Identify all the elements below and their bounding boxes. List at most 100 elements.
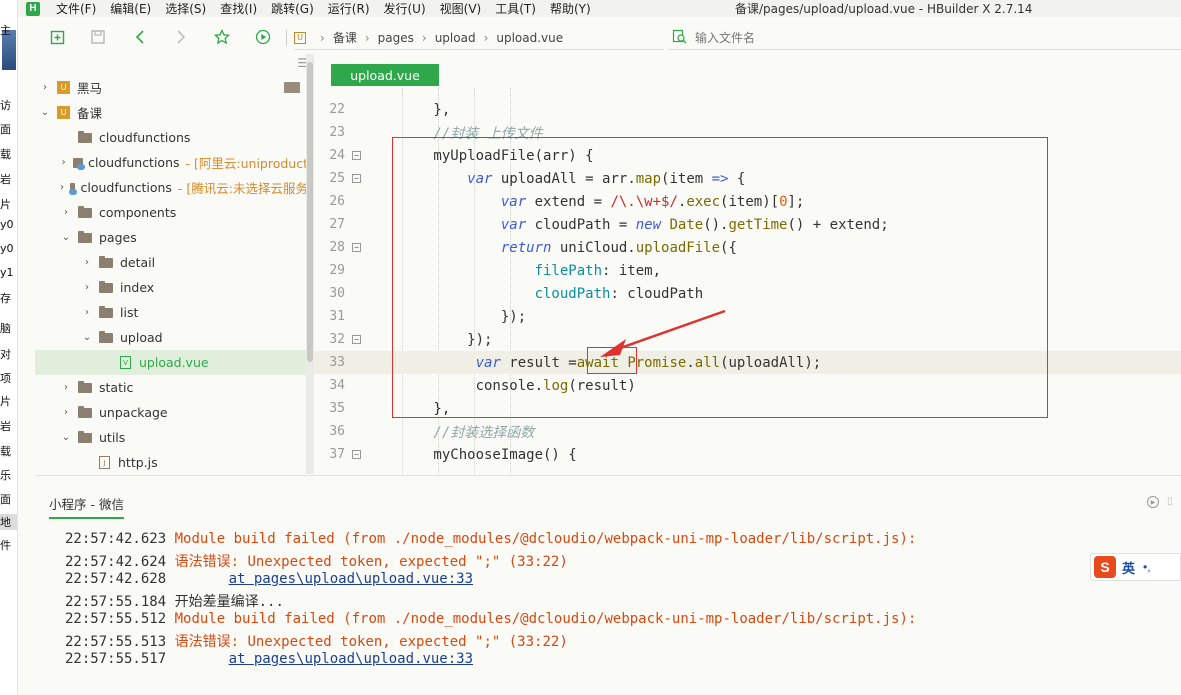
tree-item-cloudfunctions[interactable]: › cloudfunctions - [腾讯云:未选择云服务 bbox=[35, 175, 308, 200]
code-line[interactable]: 37− myChooseImage() { bbox=[314, 443, 1181, 466]
code-line[interactable]: 22 }, bbox=[314, 98, 1181, 121]
chevron-right-icon[interactable]: › bbox=[60, 382, 72, 393]
folder-icon bbox=[78, 405, 92, 418]
chevron-right-icon[interactable]: › bbox=[81, 307, 93, 318]
minimize-icon[interactable]: ▯ bbox=[1167, 496, 1177, 508]
menu-publish[interactable]: 发行(U) bbox=[384, 0, 426, 17]
menu-view[interactable]: 视图(V) bbox=[440, 0, 482, 17]
tree-item-备课[interactable]: ⌄ U 备课 bbox=[35, 100, 308, 125]
breadcrumb-file[interactable]: upload.vue bbox=[496, 31, 563, 45]
menu-file[interactable]: 文件(F) bbox=[56, 0, 96, 17]
tree-item-list[interactable]: › list bbox=[35, 300, 308, 325]
fold-toggle-icon[interactable]: − bbox=[352, 243, 361, 252]
save-icon[interactable] bbox=[89, 28, 107, 46]
chevron-right-icon[interactable]: › bbox=[60, 207, 72, 218]
code-line[interactable]: 23 //封装 上传文件 bbox=[314, 121, 1181, 144]
menu-run[interactable]: 运行(R) bbox=[328, 0, 370, 17]
open-folder-icon[interactable] bbox=[284, 82, 300, 93]
fold-toggle-icon[interactable]: − bbox=[352, 450, 361, 459]
menu-edit[interactable]: 编辑(E) bbox=[110, 0, 151, 17]
chevron-right-icon[interactable]: › bbox=[60, 157, 67, 168]
chevron-down-icon[interactable]: ⌄ bbox=[39, 107, 51, 118]
chevron-right-icon[interactable]: › bbox=[81, 257, 93, 268]
code-line[interactable]: 29 filePath: item, bbox=[314, 259, 1181, 282]
menu-help[interactable]: 帮助(Y) bbox=[550, 0, 591, 17]
menu-tools[interactable]: 工具(T) bbox=[495, 0, 536, 17]
console-log-line: 22:57:55.512 Module build failed (from .… bbox=[65, 611, 916, 631]
log-source-link[interactable]: at pages\upload\upload.vue:33 bbox=[229, 571, 473, 587]
chevron-right-icon[interactable]: › bbox=[60, 182, 64, 193]
tree-item-pages[interactable]: ⌄ pages bbox=[35, 225, 308, 250]
code-text: //封装 上传文件 bbox=[366, 125, 543, 142]
fold-toggle-icon[interactable]: − bbox=[352, 151, 361, 160]
fold-toggle-icon[interactable]: − bbox=[352, 335, 361, 344]
tree-item-unpackage[interactable]: › unpackage bbox=[35, 400, 308, 425]
code-line[interactable]: 33 var result =await Promise.all(uploadA… bbox=[314, 351, 1181, 374]
tree-item-label: index bbox=[120, 280, 155, 295]
new-file-icon[interactable] bbox=[48, 28, 66, 46]
code-line[interactable]: 36 //封装选择函数 bbox=[314, 420, 1181, 443]
line-number: 32 bbox=[329, 332, 345, 347]
forward-icon[interactable] bbox=[172, 28, 190, 46]
breadcrumb-upload[interactable]: upload bbox=[435, 31, 476, 45]
rerun-icon[interactable]: ▶ bbox=[1147, 496, 1159, 508]
tree-item-upload-vue[interactable]: Vupload.vue bbox=[35, 350, 308, 375]
tree-item-label: cloudfunctions bbox=[80, 180, 172, 195]
tree-item-detail[interactable]: › detail bbox=[35, 250, 308, 275]
fold-toggle-icon[interactable]: − bbox=[352, 174, 361, 183]
code-line[interactable]: 32− }); bbox=[314, 328, 1181, 351]
breadcrumb-pages[interactable]: pages bbox=[378, 31, 414, 45]
log-source-link[interactable]: at pages\upload\upload.vue:33 bbox=[229, 651, 473, 667]
code-editor[interactable]: upload.vue 22 }, 23 //封装 上传文件 24− myUpload… bbox=[314, 54, 1181, 475]
file-search-input[interactable] bbox=[695, 30, 995, 45]
chevron-right-icon[interactable]: › bbox=[39, 82, 51, 93]
tree-item-static[interactable]: › static bbox=[35, 375, 308, 400]
menu-goto[interactable]: 跳转(G) bbox=[271, 0, 314, 17]
code-line[interactable]: 26 var extend = /\.\w+$/.exec(item)[0]; bbox=[314, 190, 1181, 213]
tab-upload-vue[interactable]: upload.vue bbox=[331, 64, 439, 86]
menu-find[interactable]: 查找(I) bbox=[220, 0, 257, 17]
console-tab-wechat-miniprogram[interactable]: 小程序 - 微信 bbox=[49, 494, 124, 519]
run-icon[interactable] bbox=[254, 28, 272, 46]
tree-item-upload[interactable]: ⌄ upload bbox=[35, 325, 308, 350]
code-line[interactable]: 30 cloudPath: cloudPath bbox=[314, 282, 1181, 305]
background-window-item: y0 bbox=[0, 218, 14, 231]
console-log-line: 22:57:42.623 Module build failed (from .… bbox=[65, 531, 916, 551]
chevron-down-icon[interactable]: ⌄ bbox=[81, 332, 93, 343]
chevron-right-icon[interactable]: › bbox=[81, 282, 93, 293]
tree-item-utils[interactable]: ⌄ utils bbox=[35, 425, 308, 450]
app-root: 主访面载岩片 y0 y0 y1 存脑对项片岩载乐面地件 H 文件(F) 编辑(E) 选择… bbox=[0, 0, 1181, 695]
tree-item-label: detail bbox=[120, 255, 156, 270]
code-line[interactable]: 27 var cloudPath = new Date().getTime() … bbox=[314, 213, 1181, 236]
tree-item-http-js[interactable]: Jhttp.js bbox=[35, 450, 308, 475]
sidebar-scrollbar[interactable] bbox=[306, 54, 314, 474]
tree-item-cloudfunctions[interactable]: › cloudfunctions - [阿里云:uniproduct bbox=[35, 150, 308, 175]
input-method-widget[interactable]: S 英 •, bbox=[1090, 553, 1181, 581]
hbuilder-logo-icon: H bbox=[26, 1, 40, 16]
code-line[interactable]: 31 }); bbox=[314, 305, 1181, 328]
menu-select[interactable]: 选择(S) bbox=[165, 0, 206, 17]
breadcrumb-project[interactable]: 备课 bbox=[333, 29, 357, 46]
code-line[interactable]: 35 }, bbox=[314, 397, 1181, 420]
background-window-item: 对 bbox=[0, 348, 11, 361]
tree-item-cloudfunctions[interactable]: cloudfunctions bbox=[35, 125, 308, 150]
ime-mode[interactable]: 英 bbox=[1122, 558, 1135, 577]
tree-item-components[interactable]: › components bbox=[35, 200, 308, 225]
chevron-down-icon[interactable]: ⌄ bbox=[60, 232, 72, 243]
code-line[interactable]: 34 console.log(result) bbox=[314, 374, 1181, 397]
tree-item-index[interactable]: › index bbox=[35, 275, 308, 300]
code-line[interactable]: 25− var uploadAll = arr.map(item => { bbox=[314, 167, 1181, 190]
tree-item-黑马[interactable]: › U 黑马 bbox=[35, 75, 308, 100]
toolbar: U › 备课 › pages › upload › upload.vue bbox=[18, 22, 1181, 54]
favorite-star-icon[interactable] bbox=[213, 28, 231, 46]
background-window-item: 面 bbox=[0, 123, 11, 136]
code-line[interactable]: 28− return uniCloud.uploadFile({ bbox=[314, 236, 1181, 259]
chevron-right-icon[interactable]: › bbox=[60, 407, 72, 418]
code-line[interactable]: 24− myUploadFile(arr) { bbox=[314, 144, 1181, 167]
sidebar-scrollbar-thumb[interactable] bbox=[307, 62, 313, 362]
folder-icon bbox=[78, 230, 92, 243]
ime-punctuation[interactable]: •, bbox=[1143, 560, 1151, 574]
chevron-down-icon[interactable]: ⌄ bbox=[60, 432, 72, 443]
code-text: var extend = /\.\w+$/.exec(item)[0]; bbox=[500, 193, 805, 210]
back-icon[interactable] bbox=[131, 28, 149, 46]
